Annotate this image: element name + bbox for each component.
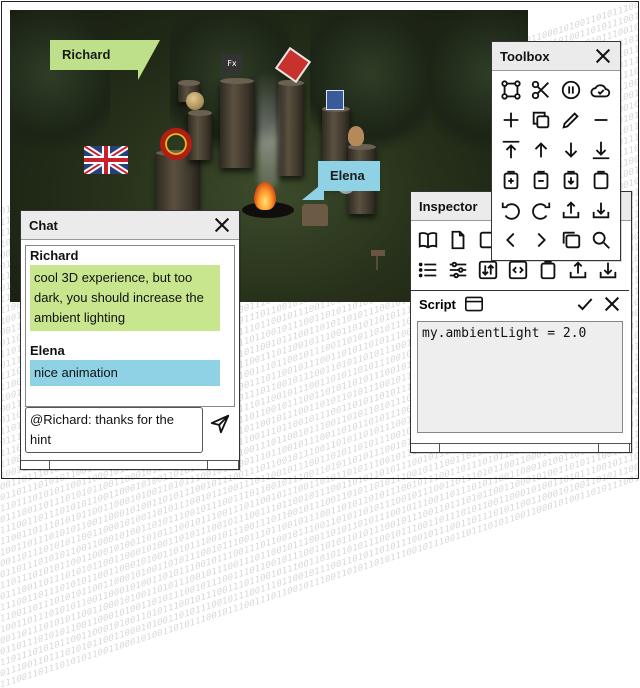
script-editor[interactable]: my.ambientLight = 2.0 [417, 321, 623, 433]
toolbox-window: Toolbox [491, 41, 621, 261]
download-icon[interactable] [586, 195, 616, 225]
jar-down-icon[interactable] [556, 165, 586, 195]
toolbox-titlebar[interactable]: Toolbox [492, 42, 620, 71]
smoke-plume [258, 70, 278, 190]
script-panel: Script my.ambientLight = 2.0 [411, 290, 629, 443]
redo-icon[interactable] [526, 195, 556, 225]
signpost-icon[interactable] [371, 250, 390, 270]
chat-input[interactable]: @Richard: thanks for the hint [25, 407, 203, 453]
arrow-up-icon[interactable] [526, 135, 556, 165]
chat-window: Chat Richard cool 3D experience, but too… [20, 210, 240, 470]
chat-message: Elena nice animation [26, 343, 234, 386]
message-author: Richard [30, 248, 79, 263]
minus-icon[interactable] [586, 105, 616, 135]
toolbox-grid [492, 71, 620, 259]
chat-titlebar[interactable]: Chat [21, 211, 239, 240]
stone-pillar [220, 78, 254, 168]
pencil-icon[interactable] [556, 105, 586, 135]
chat-log[interactable]: Richard cool 3D experience, but too dark… [25, 245, 235, 407]
arrow-down-bar-icon[interactable] [586, 135, 616, 165]
sliders-icon[interactable] [443, 255, 473, 285]
search-icon[interactable] [586, 225, 616, 255]
message-author: Elena [30, 343, 65, 358]
avatar-label-richard: Richard [50, 40, 160, 80]
wreath-icon[interactable] [160, 128, 192, 160]
stone-pillar [188, 110, 212, 160]
gallery-icon[interactable] [556, 225, 586, 255]
message-text: nice animation [30, 360, 220, 386]
message-text: cool 3D experience, but too dark, you sh… [30, 265, 220, 331]
scissors-icon[interactable] [526, 75, 556, 105]
book-icon[interactable] [413, 225, 443, 255]
avatar-label-elena: Elena [302, 161, 380, 200]
uk-flag-icon[interactable] [84, 146, 128, 174]
check-icon[interactable] [575, 294, 595, 314]
close-icon[interactable] [603, 295, 621, 313]
chat-statusbar [21, 460, 239, 469]
chevron-right-icon[interactable] [526, 225, 556, 255]
close-icon[interactable] [594, 47, 612, 65]
undo-icon[interactable] [496, 195, 526, 225]
inspector-statusbar [411, 443, 631, 452]
ball-icon[interactable] [186, 92, 204, 110]
stone-pillar [278, 80, 304, 176]
teddy-bear-icon[interactable] [348, 126, 364, 146]
chat-message: Richard cool 3D experience, but too dark… [26, 248, 234, 331]
plus-icon[interactable] [496, 105, 526, 135]
cup-icon[interactable] [326, 90, 344, 110]
vector-nodes-icon[interactable] [496, 75, 526, 105]
script-title: Script [419, 296, 456, 312]
cloud-check-icon[interactable] [586, 75, 616, 105]
send-icon[interactable] [209, 413, 231, 435]
file-icon[interactable] [443, 225, 473, 255]
toolbox-title: Toolbox [500, 48, 550, 64]
arrow-down-icon[interactable] [556, 135, 586, 165]
close-icon[interactable] [213, 216, 231, 234]
jar-minus-icon[interactable] [526, 165, 556, 195]
jar-plus-icon[interactable] [496, 165, 526, 195]
list-icon[interactable] [413, 255, 443, 285]
script-titlebar[interactable]: Script [411, 291, 629, 317]
copy-icon[interactable] [526, 105, 556, 135]
chat-title: Chat [29, 217, 58, 233]
arrow-up-bar-icon[interactable] [496, 135, 526, 165]
upload-icon[interactable] [556, 195, 586, 225]
chest-icon[interactable] [302, 204, 328, 226]
chevron-left-icon[interactable] [496, 225, 526, 255]
campfire-icon[interactable] [254, 182, 276, 210]
jar-icon[interactable] [586, 165, 616, 195]
ps-box-icon[interactable]: Fx [222, 54, 242, 74]
window-icon[interactable] [464, 295, 484, 313]
pause-icon[interactable] [556, 75, 586, 105]
